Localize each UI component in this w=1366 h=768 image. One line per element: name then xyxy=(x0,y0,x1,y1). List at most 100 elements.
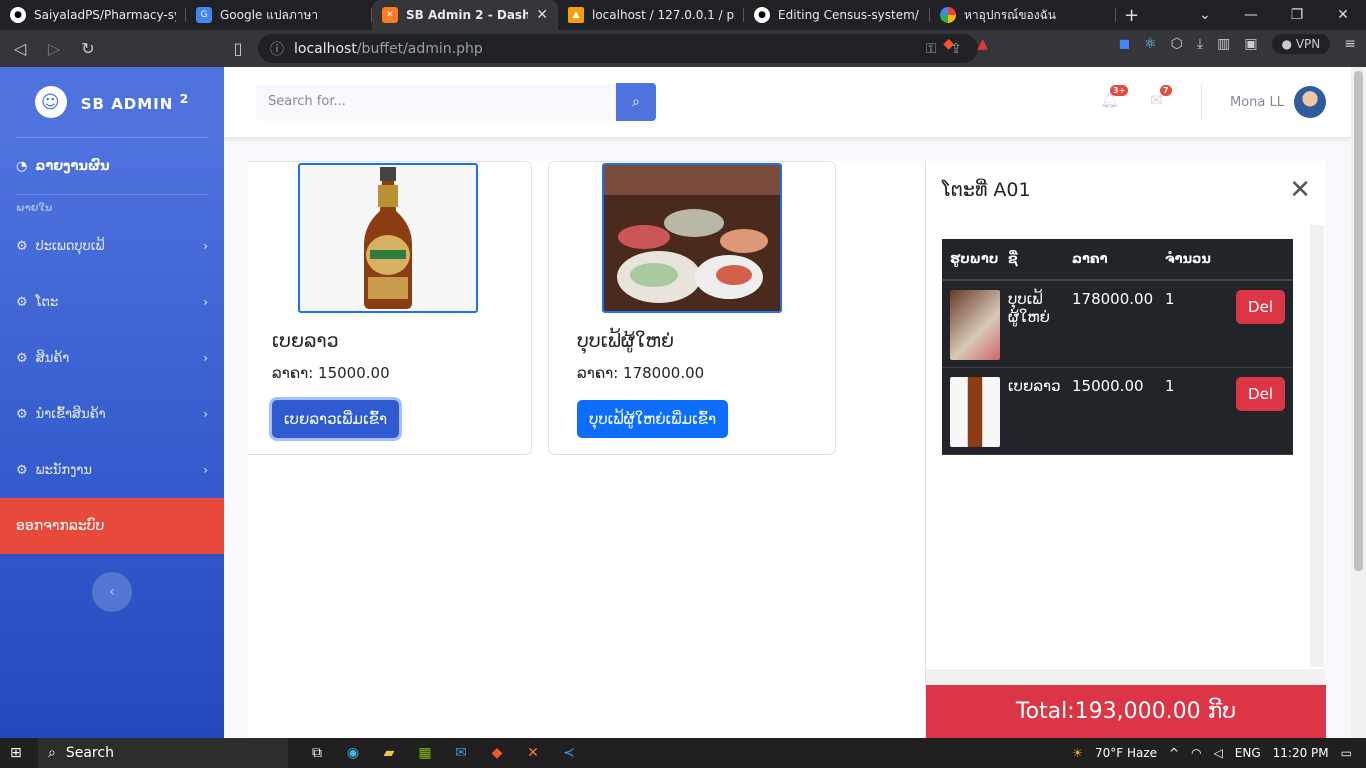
vscode-icon[interactable]: ≺ xyxy=(558,742,580,764)
sidebar-brand[interactable]: ☺ SB ADMIN 2 xyxy=(0,67,224,137)
browser-tab[interactable]: ●Editing Census-system/REA xyxy=(744,0,930,30)
alerts-dropdown[interactable]: 🔔︎ 3+ xyxy=(1100,85,1129,109)
cart-item-price: 178000.00 xyxy=(1072,290,1154,308)
brave-rewards-icon[interactable]: ▲ xyxy=(977,36,988,52)
close-tab-icon[interactable]: ✕ xyxy=(536,7,548,23)
sidebar-item-dashboard[interactable]: ◔ ລາຍງານຜົນ xyxy=(0,138,224,194)
react-devtools-icon[interactable]: ⚛ xyxy=(1144,36,1157,52)
cog-icon: ⚙ xyxy=(16,462,28,478)
topbar-search: Search for... ⌕ xyxy=(256,83,656,121)
github-icon: ● xyxy=(754,7,770,23)
vpn-button[interactable]: ● VPN xyxy=(1271,34,1331,54)
page-scrollbar[interactable] xyxy=(1351,67,1366,738)
order-panel: ໂຕະທີ່ A01 ✕ ຮູບພາບ ຊື່ ລາຄາ ຈຳນວນ ບຸບເຟ… xyxy=(925,161,1326,738)
product-price: ລາຄາ: 178000.00 xyxy=(577,364,705,382)
task-view-icon[interactable]: ⧉ xyxy=(306,742,328,764)
logout-button[interactable]: ອອກຈາກລະບົບ xyxy=(0,498,224,554)
weather-icon: ☀ xyxy=(1072,746,1083,760)
windows-start-icon[interactable]: ⊞ xyxy=(10,745,22,761)
translate-extension-icon[interactable]: ◼ xyxy=(1118,36,1130,52)
sidebar-item-employees[interactable]: ⚙ ພະນັກງານ › xyxy=(0,442,224,498)
order-total: Total:193,000.00 ກີບ xyxy=(926,685,1326,738)
cog-icon: ⚙ xyxy=(16,406,28,422)
network-icon[interactable]: ◠ xyxy=(1191,746,1201,760)
sidebar-item-buffet-types[interactable]: ⚙ ປະເພດບຸບເຟ້ › xyxy=(0,218,224,274)
brand-text: SB ADMIN xyxy=(80,95,174,113)
browser-tab-active[interactable]: ✕SB Admin 2 - Dashboa✕ xyxy=(372,0,558,30)
key-icon[interactable]: ⚿ xyxy=(926,41,937,57)
bookmark-icon[interactable]: ▯ xyxy=(228,39,248,58)
github-icon: ● xyxy=(10,7,26,23)
table-row: ບຸບເຟ້ຜູ້ໃຫຍ່ 178000.00 1 Del xyxy=(942,281,1293,368)
cart-item-name: ເບຍລາວ xyxy=(1008,377,1061,395)
close-icon[interactable]: ✕ xyxy=(1289,175,1311,205)
restore-icon[interactable]: ❐ xyxy=(1274,0,1320,30)
sidebar-item-tables[interactable]: ⚙ ໂຕະ › xyxy=(0,274,224,330)
sidebar-item-import-products[interactable]: ⚙ ນຳເຂົ້າສິນຄ້າ › xyxy=(0,386,224,442)
table-title: ໂຕະທີ່ A01 xyxy=(942,179,1031,201)
messages-dropdown[interactable]: ✉ 7 xyxy=(1150,85,1172,109)
topbar: Search for... ⌕ 🔔︎ 3+ ✉ 7 Mona LL xyxy=(224,67,1351,137)
product-image-beer xyxy=(298,163,478,313)
search-input[interactable]: Search for... xyxy=(256,83,616,121)
edge-icon[interactable]: ◉ xyxy=(342,742,364,764)
sidebar-item-label: ລາຍງານຜົນ xyxy=(35,158,110,174)
content-wrapper: Search for... ⌕ 🔔︎ 3+ ✉ 7 Mona LL ເບຍລາວ… xyxy=(224,67,1351,738)
scrollbar-thumb[interactable] xyxy=(1354,71,1363,571)
taskbar-search[interactable]: ⌕ Search xyxy=(38,738,288,768)
browser-toolbar: ◁ ▷ ↻ ▯ ⓘ localhost/buffet/admin.php ⚿ ⇪… xyxy=(0,30,1366,67)
extensions-icon[interactable]: ⬡ xyxy=(1171,36,1183,52)
forward-icon[interactable]: ▷ xyxy=(44,39,64,58)
delete-button[interactable]: Del xyxy=(1236,377,1285,411)
panel-vertical-scrollbar[interactable] xyxy=(1310,225,1324,667)
delete-button[interactable]: Del xyxy=(1236,290,1285,324)
close-window-icon[interactable]: ✕ xyxy=(1320,0,1366,30)
store-icon[interactable]: ▦ xyxy=(414,742,436,764)
brave-icon[interactable]: ◆ xyxy=(486,742,508,764)
user-dropdown[interactable]: Mona LL xyxy=(1230,86,1326,118)
cog-icon: ⚙ xyxy=(16,238,28,254)
chevron-up-icon[interactable]: ^ xyxy=(1169,746,1179,760)
minimize-icon[interactable]: — xyxy=(1228,0,1274,30)
reload-icon[interactable]: ↻ xyxy=(78,39,98,58)
sidebar-item-products[interactable]: ⚙ ສິນຄ້າ › xyxy=(0,330,224,386)
col-qty: ຈຳນວນ xyxy=(1165,251,1211,267)
add-beer-button[interactable]: ເບຍລາວເພີ່ມເຂົ້າ xyxy=(272,400,400,438)
notification-icon[interactable]: ▭ xyxy=(1341,746,1352,760)
brave-shield-icon[interactable]: ◆ xyxy=(943,36,954,52)
wallet-icon[interactable]: ▣ xyxy=(1244,36,1257,52)
browser-tab[interactable]: ●SaiyaladPS/Pharmacy-syster xyxy=(0,0,186,30)
back-icon[interactable]: ◁ xyxy=(10,39,30,58)
xampp-icon[interactable]: ✕ xyxy=(522,742,544,764)
cart-item-qty: 1 xyxy=(1165,377,1175,395)
url-host: localhost xyxy=(294,40,357,57)
weather-text[interactable]: 70°F Haze xyxy=(1095,746,1157,760)
mail-icon[interactable]: ✉ xyxy=(450,742,472,764)
search-button[interactable]: ⌕ xyxy=(616,83,656,121)
new-tab-icon[interactable]: + xyxy=(1124,5,1139,26)
menu-icon[interactable]: ≡ xyxy=(1344,36,1356,52)
panel-horizontal-scrollbar[interactable] xyxy=(926,669,1325,685)
volume-icon[interactable]: ◁ xyxy=(1214,746,1223,760)
browser-tab[interactable]: G Google แปลภาษา xyxy=(186,0,372,30)
clock[interactable]: 11:20 PM xyxy=(1273,746,1329,760)
beer-bottle-image xyxy=(364,167,412,309)
messages-badge: 7 xyxy=(1160,85,1172,96)
search-icon: ⌕ xyxy=(632,94,640,110)
browser-tab[interactable]: ▲localhost / 127.0.0.1 / pharr xyxy=(558,0,744,30)
col-name: ຊື່ xyxy=(1008,251,1018,267)
tab-search-icon[interactable]: ⌄ xyxy=(1182,0,1228,30)
sidebar-toggle-button[interactable]: ‹ xyxy=(92,572,132,612)
download-icon[interactable]: ⤓ xyxy=(1197,36,1203,52)
sidebar-icon[interactable]: ▥ xyxy=(1217,36,1230,52)
address-bar[interactable]: ⓘ localhost/buffet/admin.php ⚿ ⇪ xyxy=(258,34,978,63)
cart-item-qty: 1 xyxy=(1165,290,1175,308)
language-indicator[interactable]: ENG xyxy=(1235,746,1261,760)
cart-header: ຮູບພາບ ຊື່ ລາຄາ ຈຳນວນ xyxy=(942,239,1293,281)
browser-tab[interactable]: หาอุปกรณ์ของฉัน xyxy=(930,0,1116,30)
pos-main: ເບຍລາວ ລາຄາ: 15000.00 ເບຍລາວເພີ່ມເຂົ້າ ບ… xyxy=(248,161,1326,738)
buffet-food-image xyxy=(604,165,780,311)
alerts-badge: 3+ xyxy=(1110,85,1129,96)
file-explorer-icon[interactable]: ▰ xyxy=(378,742,400,764)
add-buffet-button[interactable]: ບຸບເຟ້ຜູ້ໃຫຍ່ເພີ່ມເຂົ້າ xyxy=(577,400,729,438)
